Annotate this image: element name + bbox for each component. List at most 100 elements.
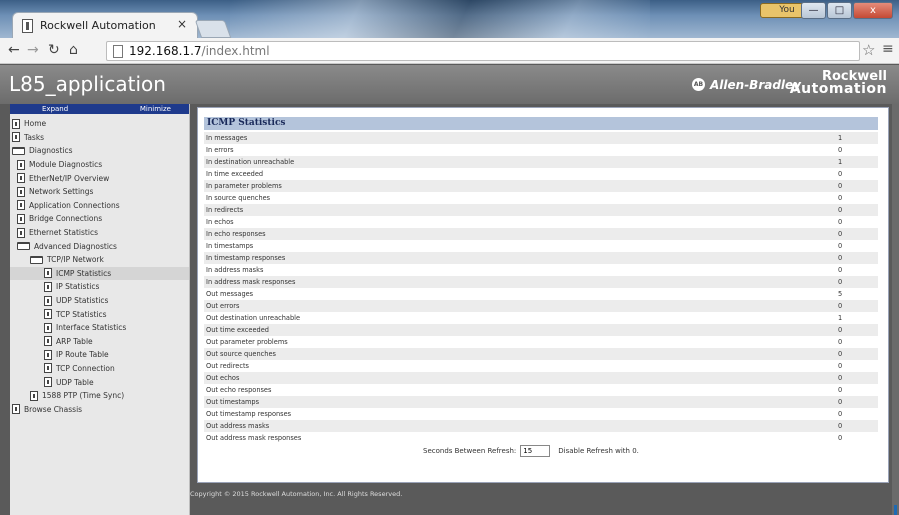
table-row: Out address mask responses 0: [204, 432, 878, 444]
document-icon: [17, 159, 25, 170]
stat-label: In timestamps: [206, 242, 254, 250]
table-row: Out timestamps 0: [204, 396, 878, 408]
back-arrow-icon[interactable]: ←: [8, 42, 20, 58]
home-icon[interactable]: ⌂: [69, 42, 78, 58]
stat-label: Out address mask responses: [206, 434, 302, 442]
url-bar[interactable]: 192.168.1.7/index.html: [106, 41, 860, 61]
sidebar-item-bridge-connections[interactable]: Bridge Connections: [10, 212, 189, 226]
sidebar-item-ethernet-statistics[interactable]: Ethernet Statistics: [10, 226, 189, 240]
sidebar-item-label: Tasks: [24, 132, 45, 142]
sidebar-item-ip-statistics[interactable]: IP Statistics: [10, 280, 189, 294]
section-title: ICMP Statistics: [204, 117, 878, 130]
sidebar-item-home[interactable]: Home: [10, 117, 189, 131]
stat-label: Out messages: [206, 290, 254, 298]
stat-value: 0: [838, 350, 843, 358]
sidebar-item-module-diagnostics[interactable]: Module Diagnostics: [10, 158, 189, 172]
app-header: L85_application AB Allen-Bradley Rockwel…: [0, 65, 899, 104]
stat-value: 0: [838, 266, 843, 274]
sidebar-nav: Expand Minimize Home Tasks Diagnostics Modu…: [10, 104, 190, 515]
table-row: Out timestamp responses 0: [204, 408, 878, 420]
sidebar-item-label: Diagnostics: [29, 146, 73, 156]
table-row: In parameter problems 0: [204, 180, 878, 192]
stat-label: In destination unreachable: [206, 158, 295, 166]
sidebar-item-tcp-statistics[interactable]: TCP Statistics: [10, 307, 189, 321]
main-panel: ICMP Statistics In messages 1 In errors 0 In…: [197, 107, 889, 483]
reload-icon[interactable]: ↻: [48, 42, 60, 58]
stat-label: In redirects: [206, 206, 244, 214]
table-row: Out destination unreachable 1: [204, 312, 878, 324]
sidebar-item-tcp-ip-network[interactable]: TCP/IP Network: [10, 253, 189, 267]
expand-link[interactable]: Expand: [42, 104, 68, 114]
stat-label: Out time exceeded: [206, 326, 269, 334]
sidebar-item-label: IP Route Table: [56, 350, 109, 360]
sidebar-item-browse-chassis[interactable]: Browse Chassis: [10, 402, 189, 416]
document-icon: [44, 268, 52, 279]
sidebar-item-udp-table[interactable]: UDP Table: [10, 375, 189, 389]
minimize-link[interactable]: Minimize: [140, 104, 171, 114]
table-row: In address masks 0: [204, 264, 878, 276]
stat-label: Out timestamp responses: [206, 410, 292, 418]
sidebar-item-label: Interface Statistics: [56, 323, 127, 333]
forward-arrow-icon[interactable]: →: [27, 42, 39, 58]
allen-bradley-logo-icon: AB: [692, 78, 705, 91]
browser-tab[interactable]: Rockwell Automation ×: [12, 12, 198, 38]
browser-toolbar: ← → ↻ ⌂ 192.168.1.7/index.html ☆ ≡: [0, 38, 899, 64]
sidebar-item-label: Home: [24, 119, 47, 129]
menu-icon[interactable]: ≡: [882, 41, 894, 57]
sidebar-item-ip-route-table[interactable]: IP Route Table: [10, 348, 189, 362]
rockwell-automation-logo: Rockwell Automation: [790, 70, 887, 96]
table-row: In time exceeded 0: [204, 168, 878, 180]
stat-value: 0: [838, 146, 843, 154]
scrollbar[interactable]: [892, 104, 899, 515]
tab-close-icon[interactable]: ×: [177, 17, 187, 31]
table-row: In destination unreachable 1: [204, 156, 878, 168]
stat-value: 0: [838, 230, 843, 238]
close-window-button[interactable]: x: [853, 2, 893, 19]
stat-value: 1: [838, 158, 843, 166]
titlebar-background: [230, 0, 650, 38]
sidebar-item-tcp-connection[interactable]: TCP Connection: [10, 362, 189, 376]
sidebar-item-udp-statistics[interactable]: UDP Statistics: [10, 294, 189, 308]
sidebar-item-label: Network Settings: [29, 187, 94, 197]
stat-label: In echo responses: [206, 230, 266, 238]
maximize-window-button[interactable]: □: [827, 2, 852, 19]
stat-value: 0: [838, 362, 843, 370]
stat-label: In time exceeded: [206, 170, 264, 178]
bookmark-star-icon[interactable]: ☆: [862, 41, 875, 59]
sidebar-item-label: Advanced Diagnostics: [34, 241, 117, 251]
stat-label: Out destination unreachable: [206, 314, 301, 322]
sidebar-item-label: TCP Connection: [56, 363, 115, 373]
stat-value: 0: [838, 254, 843, 262]
refresh-control: Seconds Between Refresh: Disable Refresh…: [423, 445, 639, 457]
refresh-seconds-input[interactable]: [520, 445, 551, 457]
sidebar-item-interface-statistics[interactable]: Interface Statistics: [10, 321, 189, 335]
stat-label: In messages: [206, 134, 248, 142]
minimize-window-button[interactable]: —: [801, 2, 826, 19]
sidebar-item-diagnostics[interactable]: Diagnostics: [10, 144, 189, 158]
sidebar-item-ethernet-ip-overview[interactable]: EtherNet/IP Overview: [10, 171, 189, 185]
stat-value: 0: [838, 206, 843, 214]
copyright-footer: Copyright © 2015 Rockwell Automation, In…: [190, 490, 403, 498]
sidebar-item-advanced-diagnostics[interactable]: Advanced Diagnostics: [10, 239, 189, 253]
sidebar-item-arp-table[interactable]: ARP Table: [10, 335, 189, 349]
logo-line-automation: Automation: [789, 81, 887, 97]
nav-tree: Home Tasks Diagnostics Module Diagnostics Et…: [10, 114, 189, 416]
table-row: In messages 1: [204, 132, 878, 144]
document-icon: [44, 322, 52, 333]
sidebar-item-tasks[interactable]: Tasks: [10, 131, 189, 145]
stat-value: 1: [838, 134, 843, 142]
document-icon: [17, 227, 25, 238]
document-icon: [44, 363, 52, 374]
sidebar-item-1588-ptp-time-sync[interactable]: 1588 PTP (Time Sync): [10, 389, 189, 403]
table-row: Out echo responses 0: [204, 384, 878, 396]
sidebar-item-label: IP Statistics: [56, 282, 100, 292]
table-row: Out source quenches 0: [204, 348, 878, 360]
sidebar-item-application-connections[interactable]: Application Connections: [10, 199, 189, 213]
table-row: Out messages 5: [204, 288, 878, 300]
sidebar-item-network-settings[interactable]: Network Settings: [10, 185, 189, 199]
document-icon: [17, 213, 25, 224]
new-tab-button[interactable]: [194, 20, 232, 38]
stat-value: 5: [838, 290, 843, 298]
icmp-statistics-table: In messages 1 In errors 0 In destination unr…: [204, 132, 878, 444]
sidebar-item-icmp-statistics[interactable]: ICMP Statistics: [10, 266, 189, 281]
